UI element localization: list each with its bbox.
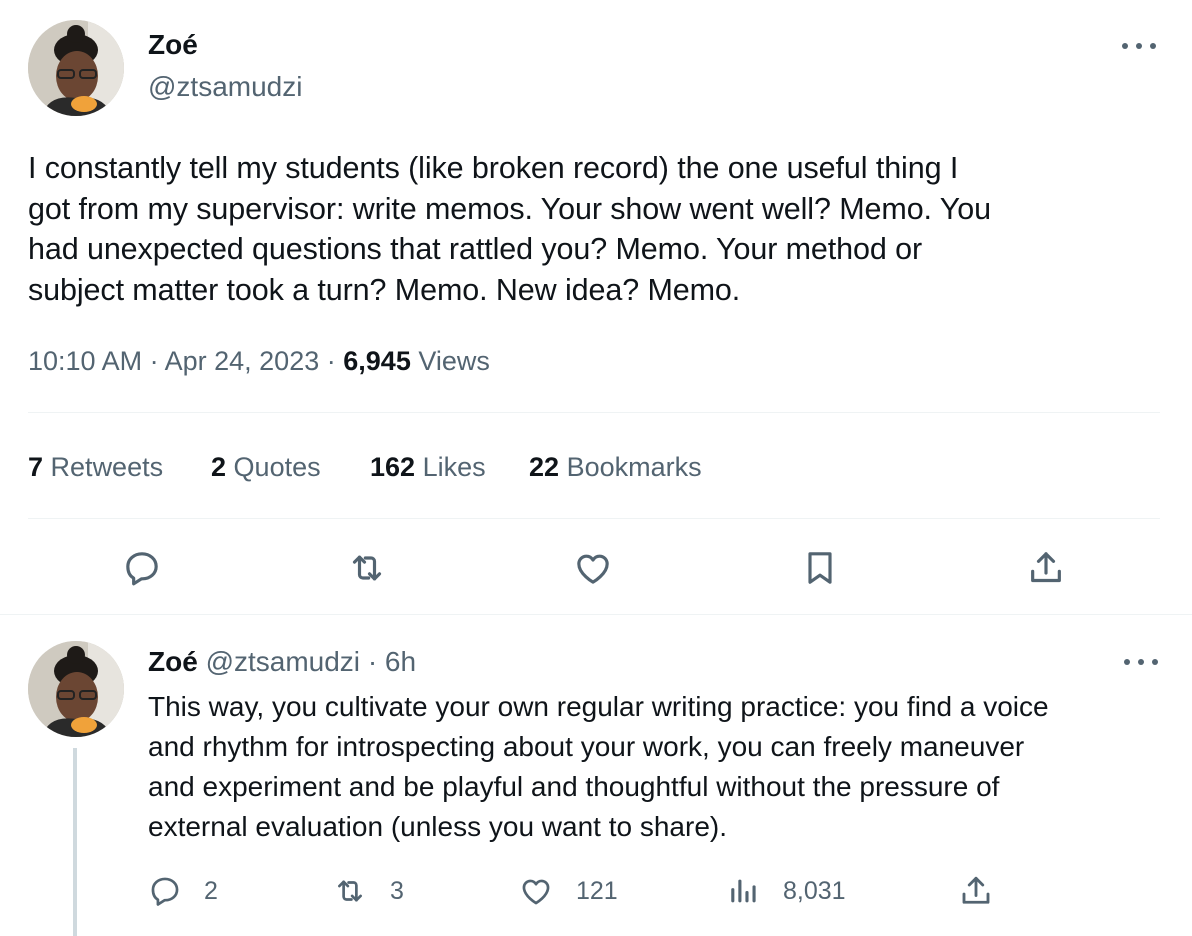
likes-label: Likes (422, 452, 486, 482)
tweet-meta: 10:10 AM · Apr 24, 2023 · 6,945 Views (28, 342, 490, 380)
bookmarks-label: Bookmarks (566, 452, 702, 482)
avatar[interactable] (28, 20, 124, 116)
reply-avatar[interactable] (28, 641, 124, 737)
reply-reply-button[interactable]: 2 (148, 870, 218, 912)
tweet-date[interactable]: Apr 24, 2023 (165, 346, 320, 376)
meta-separator: · (326, 346, 336, 376)
bookmarks-stat[interactable]: 22 Bookmarks (529, 448, 702, 486)
reply-retweet-button[interactable]: 3 (332, 870, 404, 912)
author-name[interactable]: Zoé (148, 28, 198, 62)
views-count: 6,945 (343, 346, 411, 376)
reply-views-count: 8,031 (783, 876, 846, 905)
quotes-stat[interactable]: 2 Quotes (211, 448, 321, 486)
thread-connector (73, 748, 77, 936)
likes-stat[interactable]: 162 Likes (370, 448, 486, 486)
retweets-label: Retweets (50, 452, 164, 482)
reply-share-button[interactable] (958, 870, 994, 912)
quotes-count: 2 (211, 452, 227, 482)
divider (0, 614, 1192, 615)
avatar-photo (28, 20, 124, 116)
like-icon[interactable] (571, 546, 615, 590)
reply-likes-count: 121 (576, 876, 618, 905)
bookmark-icon[interactable] (798, 546, 842, 590)
bookmarks-count: 22 (529, 452, 560, 482)
reply-header: Zoé @ztsamudzi · 6h (148, 644, 416, 680)
views-label: Views (418, 346, 490, 376)
retweet-icon[interactable] (345, 546, 389, 590)
author-handle[interactable]: @ztsamudzi (148, 70, 302, 104)
tweet-time[interactable]: 10:10 AM (28, 346, 142, 376)
reply-separator: · (367, 646, 378, 677)
reply-views-button[interactable]: 8,031 (727, 870, 846, 912)
views-icon (731, 879, 756, 903)
reply-author-name[interactable]: Zoé (148, 646, 198, 677)
reply-time[interactable]: 6h (385, 646, 416, 677)
reply-text: This way, you cultivate your own regular… (148, 691, 1049, 842)
more-options-icon[interactable] (1122, 39, 1156, 53)
retweets-stat[interactable]: 7 Retweets (28, 448, 163, 486)
reply-more-options-icon[interactable] (1124, 655, 1158, 669)
meta-separator: · (149, 346, 159, 376)
likes-count: 162 (370, 452, 416, 482)
quotes-label: Quotes (233, 452, 321, 482)
share-icon (962, 876, 990, 904)
retweets-count: 7 (28, 452, 44, 482)
reply-like-button[interactable]: 121 (518, 870, 618, 912)
share-icon[interactable] (1024, 546, 1068, 590)
reply-replies-count: 2 (204, 876, 218, 905)
reply-author-handle[interactable]: @ztsamudzi (206, 646, 360, 677)
reply-icon[interactable] (120, 546, 164, 590)
reply-icon (151, 877, 179, 906)
divider (28, 518, 1160, 519)
like-icon (522, 879, 550, 905)
avatar-photo (28, 641, 124, 737)
divider (28, 412, 1160, 413)
reply-retweets-count: 3 (390, 876, 404, 905)
retweet-icon (338, 880, 362, 902)
tweet-text: I constantly tell my students (like brok… (28, 151, 991, 307)
